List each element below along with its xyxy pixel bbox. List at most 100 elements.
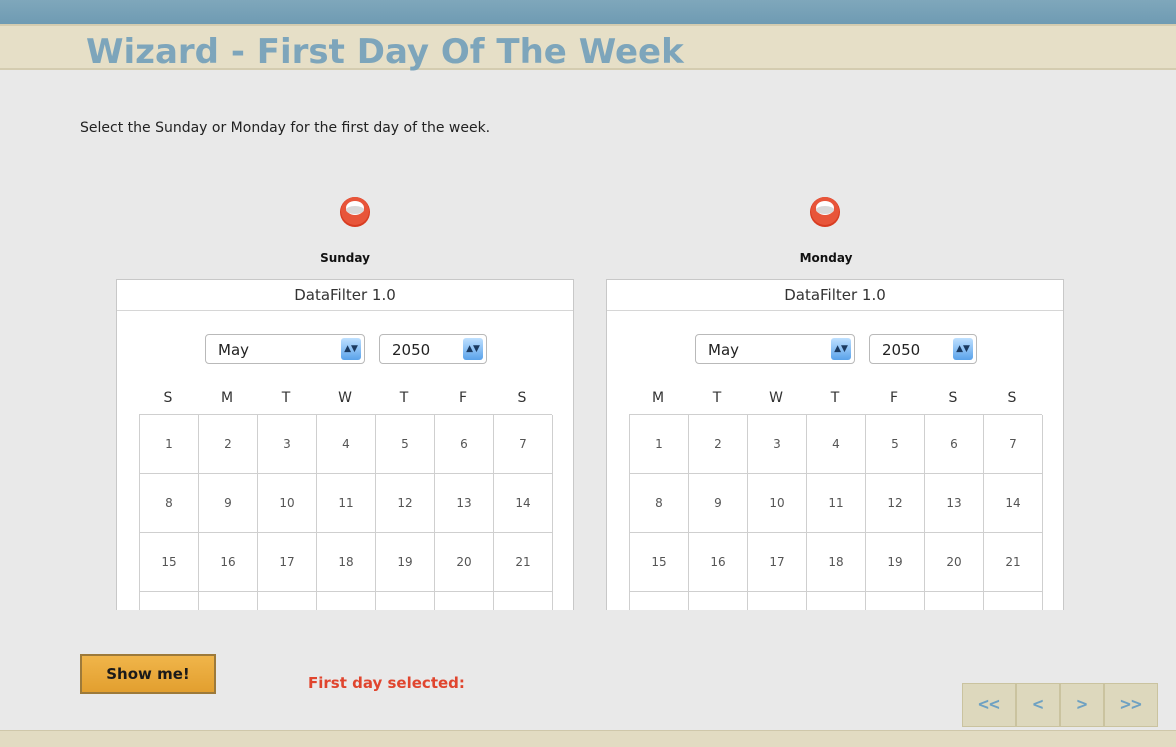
bottom-strip [0, 730, 1176, 747]
select-arrows-icon: ▲▼ [341, 338, 361, 360]
monday-radio-button[interactable] [808, 194, 842, 228]
day-cell[interactable]: 3 [258, 415, 317, 474]
month-value: May [708, 341, 740, 359]
next-page-button[interactable]: > [1060, 683, 1104, 727]
calendar-sunday-start: DataFilter 1.0 May ▲▼ 2050 ▲▼ S M T W T … [116, 279, 574, 610]
weekday-label: M [220, 390, 234, 406]
weekday-label: T [712, 390, 722, 406]
month-select[interactable]: May ▲▼ [205, 334, 365, 364]
day-cell[interactable]: 9 [199, 474, 258, 533]
day-cell[interactable]: 12 [866, 474, 925, 533]
day-cell[interactable]: 10 [258, 474, 317, 533]
day-cell[interactable]: 7 [984, 415, 1043, 474]
day-cell[interactable]: 20 [925, 533, 984, 592]
calendar-header: DataFilter 1.0 [607, 280, 1063, 311]
calendar-monday-start: DataFilter 1.0 May ▲▼ 2050 ▲▼ M T W T F … [606, 279, 1064, 610]
day-cell[interactable]: 1 [140, 415, 199, 474]
day-cell[interactable] [807, 592, 866, 610]
day-cell[interactable]: 4 [317, 415, 376, 474]
day-cell[interactable]: 9 [689, 474, 748, 533]
weekday-label: S [1007, 390, 1017, 406]
day-cell[interactable]: 5 [376, 415, 435, 474]
day-cell[interactable]: 21 [984, 533, 1043, 592]
day-cell[interactable]: 18 [807, 533, 866, 592]
day-cell[interactable]: 14 [494, 474, 553, 533]
day-cell[interactable] [494, 592, 553, 610]
day-cell[interactable] [748, 592, 807, 610]
day-cell[interactable] [984, 592, 1043, 610]
weekday-label: T [399, 390, 409, 406]
day-cell[interactable] [630, 592, 689, 610]
day-cell[interactable]: 5 [866, 415, 925, 474]
day-cell[interactable]: 16 [689, 533, 748, 592]
day-cell[interactable]: 7 [494, 415, 553, 474]
previous-page-button[interactable]: < [1016, 683, 1060, 727]
day-grid: 1 2 3 4 5 6 7 8 9 10 11 12 13 14 15 16 1… [629, 414, 1043, 610]
year-value: 2050 [392, 341, 431, 359]
weekday-label: F [458, 390, 468, 406]
day-cell[interactable]: 8 [630, 474, 689, 533]
weekday-header-row: S M T W T F S [139, 390, 551, 414]
day-cell[interactable]: 15 [140, 533, 199, 592]
year-select[interactable]: 2050 ▲▼ [379, 334, 487, 364]
year-value: 2050 [882, 341, 921, 359]
weekday-label: T [830, 390, 840, 406]
day-cell[interactable]: 3 [748, 415, 807, 474]
day-cell[interactable]: 20 [435, 533, 494, 592]
day-cell[interactable]: 8 [140, 474, 199, 533]
day-cell[interactable] [258, 592, 317, 610]
day-cell[interactable]: 6 [435, 415, 494, 474]
select-arrows-icon: ▲▼ [463, 338, 483, 360]
day-cell[interactable]: 11 [317, 474, 376, 533]
day-cell[interactable] [689, 592, 748, 610]
day-cell[interactable]: 11 [807, 474, 866, 533]
day-grid: 1 2 3 4 5 6 7 8 9 10 11 12 13 14 15 16 1… [139, 414, 553, 610]
last-page-button[interactable]: >> [1104, 683, 1158, 727]
day-cell[interactable]: 6 [925, 415, 984, 474]
day-cell[interactable]: 13 [435, 474, 494, 533]
weekday-label: S [948, 390, 958, 406]
day-cell[interactable]: 16 [199, 533, 258, 592]
year-select[interactable]: 2050 ▲▼ [869, 334, 977, 364]
monday-label: Monday [799, 251, 853, 265]
first-day-selected-label: First day selected: [308, 674, 465, 692]
day-cell[interactable] [199, 592, 258, 610]
weekday-label: T [281, 390, 291, 406]
day-cell[interactable] [140, 592, 199, 610]
day-cell[interactable] [317, 592, 376, 610]
page-title: Wizard - First Day Of The Week [86, 32, 684, 72]
day-cell[interactable]: 13 [925, 474, 984, 533]
day-cell[interactable]: 19 [866, 533, 925, 592]
instruction-text: Select the Sunday or Monday for the firs… [80, 120, 491, 136]
day-cell[interactable]: 2 [199, 415, 258, 474]
title-bar: Wizard - First Day Of The Week [0, 24, 1176, 72]
month-select[interactable]: May ▲▼ [695, 334, 855, 364]
weekday-label: W [338, 390, 352, 406]
day-cell[interactable]: 14 [984, 474, 1043, 533]
day-cell[interactable] [435, 592, 494, 610]
sunday-label: Sunday [320, 251, 370, 265]
day-cell[interactable]: 19 [376, 533, 435, 592]
day-cell[interactable]: 15 [630, 533, 689, 592]
day-cell[interactable]: 17 [748, 533, 807, 592]
weekday-label: S [517, 390, 527, 406]
day-cell[interactable]: 10 [748, 474, 807, 533]
day-cell[interactable] [866, 592, 925, 610]
day-cell[interactable]: 18 [317, 533, 376, 592]
day-cell[interactable]: 2 [689, 415, 748, 474]
day-cell[interactable]: 1 [630, 415, 689, 474]
show-me-button[interactable]: Show me! [80, 654, 216, 694]
sunday-radio-button[interactable] [338, 194, 372, 228]
first-page-button[interactable]: << [962, 683, 1016, 727]
weekday-label: W [769, 390, 783, 406]
weekday-label: F [889, 390, 899, 406]
day-cell[interactable]: 17 [258, 533, 317, 592]
day-cell[interactable] [376, 592, 435, 610]
calendar-header: DataFilter 1.0 [117, 280, 573, 311]
day-cell[interactable]: 21 [494, 533, 553, 592]
day-cell[interactable] [925, 592, 984, 610]
top-strip [0, 0, 1176, 24]
day-cell[interactable]: 12 [376, 474, 435, 533]
day-cell[interactable]: 4 [807, 415, 866, 474]
wizard-navigation: << < > >> [962, 683, 1158, 727]
